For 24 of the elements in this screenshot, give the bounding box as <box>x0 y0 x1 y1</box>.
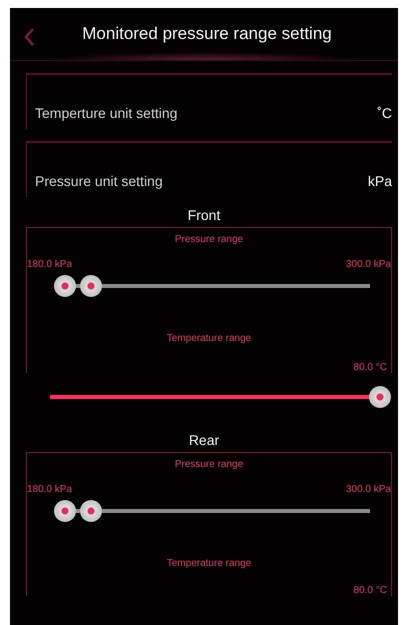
range-label: Temperature range <box>166 333 252 344</box>
setting-row[interactable]: Temperture unit setting ˚C <box>26 73 392 129</box>
range-reading: 180.0 kPa <box>27 259 72 270</box>
section-title: Front <box>186 207 222 223</box>
setting-label: Temperture unit setting <box>35 105 178 121</box>
setting-label: Pressure unit setting <box>35 173 163 189</box>
range-label: Temperature range <box>166 558 252 569</box>
range-reading: 300.0 kPa <box>346 484 391 495</box>
slider-thumb[interactable] <box>369 386 391 408</box>
range-label: Pressure range <box>174 234 244 245</box>
range-reading: 80.0 °C <box>354 362 387 373</box>
slider-thumb[interactable] <box>80 500 102 522</box>
section-title: Rear <box>188 432 220 448</box>
range-reading: 80.0 °C <box>354 585 387 596</box>
range-reading: 300.0 kPa <box>346 259 391 270</box>
setting-value: ˚C <box>377 105 392 121</box>
range-label: Pressure range <box>174 459 244 470</box>
setting-row[interactable]: Pressure unit setting kPa <box>26 141 392 197</box>
slider-thumb[interactable] <box>54 275 76 297</box>
range-reading: 180.0 kPa <box>27 484 72 495</box>
page-title: Monitored pressure range setting <box>81 24 333 44</box>
slider-thumb[interactable] <box>54 500 76 522</box>
slider-thumb[interactable] <box>80 275 102 297</box>
setting-value: kPa <box>368 173 392 189</box>
